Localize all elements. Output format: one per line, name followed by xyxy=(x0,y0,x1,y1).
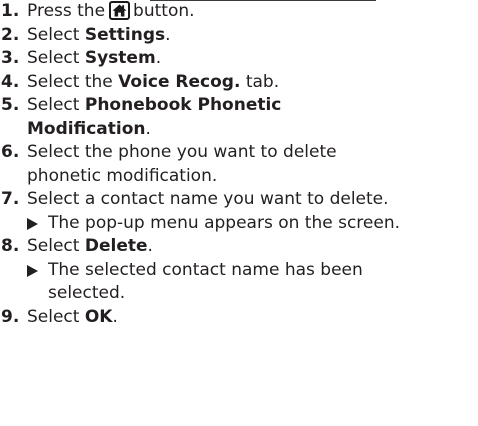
step-number: 7. xyxy=(1,189,20,209)
step-6: 6. Select the phone you want to delete ph… xyxy=(0,141,478,188)
manual-page: 1. Press the button. 2. Select Settings. … xyxy=(0,0,478,426)
home-icon xyxy=(109,1,131,20)
step-number: 4. xyxy=(1,71,20,92)
menu-item-settings: Settings xyxy=(84,24,166,45)
result-text-line2: selected. xyxy=(48,283,126,303)
step-text-end: . xyxy=(147,236,153,256)
menu-item-modification: Modification xyxy=(27,118,146,139)
result-text-line1: The selected contact name has been xyxy=(48,259,363,280)
menu-item-system: System xyxy=(84,48,156,68)
step-text-end: . xyxy=(155,48,162,68)
step-number: 9. xyxy=(1,306,20,327)
step-text: Select xyxy=(27,306,85,327)
step-7: 7. Select a contact name you want to del… xyxy=(0,188,478,212)
step-list: 1. Press the button. 2. Select Settings. … xyxy=(0,0,478,329)
step-8-result: The selected contact name has been select… xyxy=(0,259,478,306)
step-number: 1. xyxy=(1,1,20,21)
result-arrow-icon xyxy=(27,217,38,230)
step-number: 6. xyxy=(1,142,20,162)
step-text: Select a contact name you want to delete… xyxy=(27,189,389,209)
step-2: 2. Select Settings. xyxy=(0,24,478,48)
tab-voice-recog: Voice Recog. xyxy=(118,71,241,92)
step-number: 8. xyxy=(1,236,20,256)
step-7-result: The pop-up menu appears on the screen. xyxy=(0,212,478,236)
step-number: 5. xyxy=(1,95,20,115)
step-9: 9. Select OK. xyxy=(0,306,478,330)
step-text: Select xyxy=(27,236,85,256)
step-text-end: . xyxy=(165,24,171,45)
step-text: Press the xyxy=(27,1,106,21)
step-8: 8. Select Delete. xyxy=(0,235,478,259)
result-text: The pop-up menu appears on the screen. xyxy=(48,212,401,233)
step-number: 2. xyxy=(1,24,20,45)
result-arrow-icon xyxy=(27,264,38,277)
menu-item-phonebook-phonetic: Phonebook Phonetic xyxy=(84,95,282,115)
step-1: 1. Press the button. xyxy=(0,0,478,24)
step-text: Select xyxy=(27,95,85,115)
step-text: Select the xyxy=(27,71,119,92)
step-number: 3. xyxy=(1,48,20,68)
step-text-line1: Select the phone you want to delete xyxy=(27,142,337,162)
step-5: 5. Select Phonebook Phonetic Modification… xyxy=(0,94,478,141)
step-text: Select xyxy=(27,48,85,68)
menu-item-delete: Delete xyxy=(84,236,148,256)
step-text-end: . xyxy=(112,306,118,327)
step-text-end: . xyxy=(145,118,151,139)
step-text: Select xyxy=(27,24,85,45)
step-4: 4. Select the Voice Recog. tab. xyxy=(0,71,478,95)
step-text-end: button. xyxy=(133,1,195,21)
button-ok: OK xyxy=(84,306,113,327)
step-text-line2: phonetic modification. xyxy=(27,165,218,186)
step-3: 3. Select System. xyxy=(0,47,478,71)
step-text-end: tab. xyxy=(240,71,280,92)
